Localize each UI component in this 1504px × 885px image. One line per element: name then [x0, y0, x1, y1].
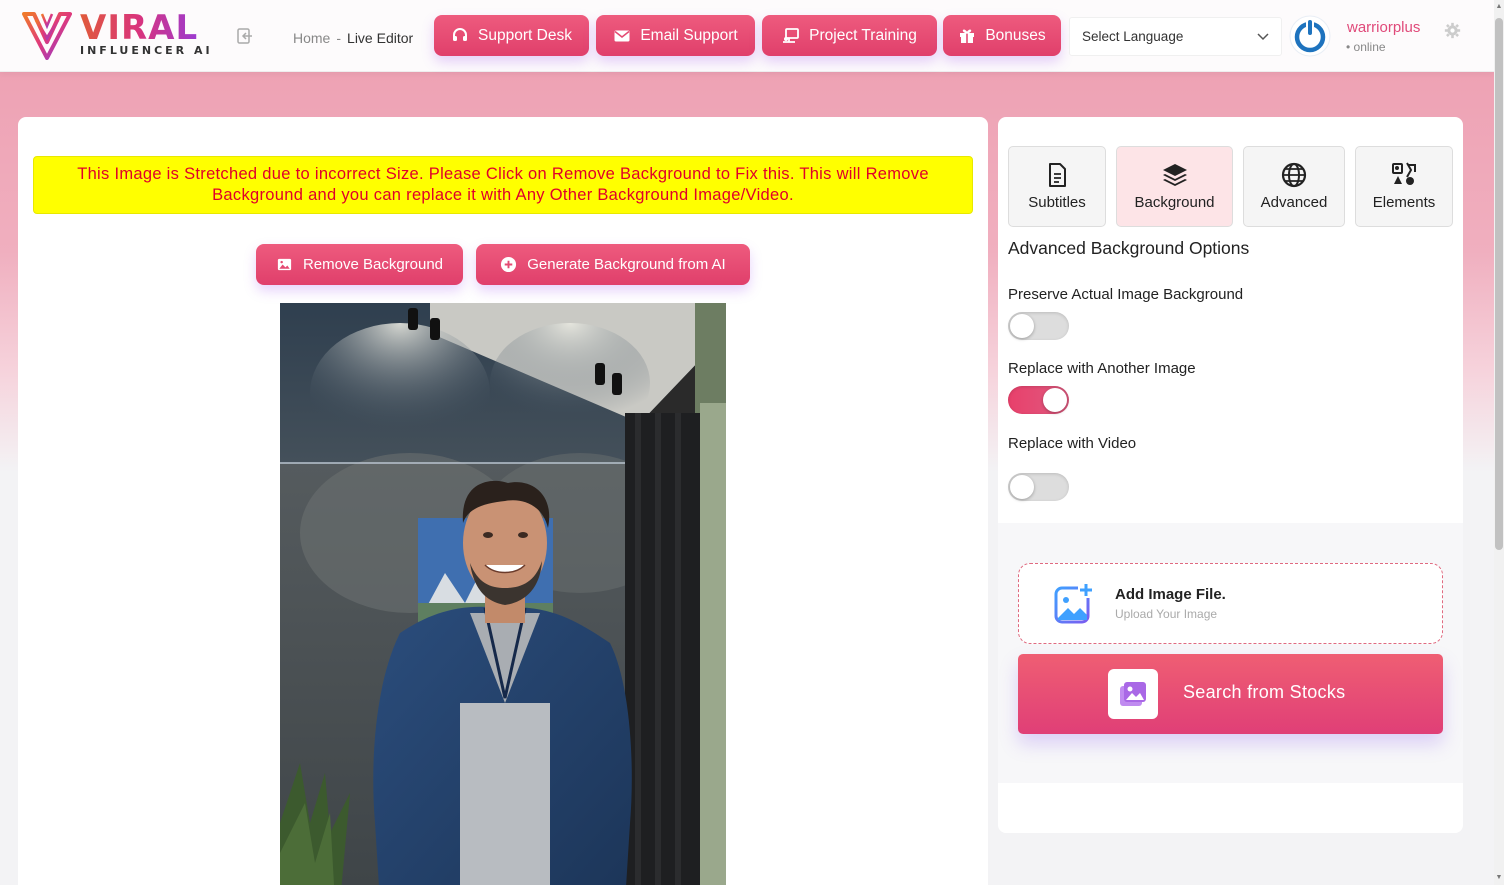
upload-subtitle: Upload Your Image	[1115, 607, 1218, 621]
chevron-down-icon	[1257, 32, 1269, 40]
add-image-icon	[1054, 582, 1094, 624]
support-desk-button[interactable]: Support Desk	[434, 15, 589, 56]
replace-video-label: Replace with Video	[1008, 435, 1137, 452]
bonuses-label: Bonuses	[985, 26, 1046, 44]
sidebar-toggle-icon[interactable]	[236, 27, 254, 45]
stretch-warning-banner: This Image is Stretched due to incorrect…	[33, 156, 973, 214]
project-training-button[interactable]: Project Training	[762, 15, 937, 56]
background-options-panel: Subtitles Background Advanced Elements A…	[998, 117, 1463, 833]
editor-canvas-panel: This Image is Stretched due to incorrect…	[18, 117, 988, 885]
replace-image-label: Replace with Another Image	[1008, 360, 1196, 377]
project-training-label: Project Training	[809, 26, 917, 44]
gear-icon[interactable]	[1444, 22, 1461, 39]
avatar[interactable]	[1289, 15, 1331, 57]
toggle-knob	[1010, 475, 1034, 499]
tab-subtitles-label: Subtitles	[1028, 194, 1086, 211]
breadcrumb: Home - Live Editor	[293, 30, 413, 46]
layers-icon	[1162, 164, 1187, 186]
preview-image[interactable]	[280, 303, 726, 885]
bonuses-button[interactable]: Bonuses	[943, 15, 1061, 56]
envelope-icon	[614, 30, 630, 41]
preserve-background-toggle[interactable]	[1008, 312, 1069, 340]
user-status: • online	[1346, 40, 1386, 54]
brand-name: VIRAL	[80, 8, 199, 48]
generate-background-label: Generate Background from AI	[527, 256, 726, 273]
replace-video-toggle[interactable]	[1008, 473, 1069, 501]
brand-subtitle: INFLUENCER AI	[80, 44, 213, 57]
scroll-up-icon[interactable]: ▲	[1495, 2, 1503, 12]
tab-background[interactable]: Background	[1116, 146, 1233, 227]
logo-mark-icon	[22, 12, 72, 60]
replace-image-toggle[interactable]	[1008, 386, 1069, 414]
language-select[interactable]: Select Language	[1069, 17, 1282, 56]
username[interactable]: warriorplus	[1347, 19, 1420, 36]
remove-background-button[interactable]: Remove Background	[256, 244, 463, 285]
monitor-icon	[783, 27, 800, 43]
breadcrumb-current: Live Editor	[347, 30, 414, 46]
headset-icon	[453, 27, 468, 41]
top-header: VIRAL INFLUENCER AI Home - Live Editor Sup…	[0, 0, 1494, 72]
stock-images-icon-box	[1108, 669, 1158, 719]
search-stocks-button[interactable]: Search from Stocks	[1018, 654, 1443, 734]
add-image-upload[interactable]: Add Image File. Upload Your Image	[1018, 563, 1443, 644]
plus-circle-icon	[501, 256, 517, 273]
shapes-icon	[1392, 162, 1416, 185]
remove-background-label: Remove Background	[302, 256, 444, 273]
toggle-knob	[1010, 314, 1034, 338]
preserve-background-label: Preserve Actual Image Background	[1008, 286, 1244, 303]
stock-images-icon	[1120, 682, 1146, 706]
tab-advanced[interactable]: Advanced	[1243, 146, 1345, 227]
tab-background-label: Background	[1134, 194, 1215, 211]
breadcrumb-home[interactable]: Home	[293, 30, 330, 46]
search-stocks-label: Search from Stocks	[1183, 682, 1346, 702]
tab-elements-label: Elements	[1372, 194, 1436, 211]
gift-icon	[960, 29, 975, 43]
globe-icon	[1281, 162, 1307, 188]
language-select-value: Select Language	[1082, 29, 1184, 44]
generate-background-button[interactable]: Generate Background from AI	[476, 244, 750, 285]
tab-advanced-label: Advanced	[1260, 194, 1328, 211]
upload-title: Add Image File.	[1115, 586, 1226, 603]
scroll-down-icon[interactable]: ▼	[1495, 873, 1503, 883]
toggle-knob	[1043, 388, 1067, 412]
scrollbar-thumb[interactable]	[1495, 18, 1503, 550]
tab-elements[interactable]: Elements	[1355, 146, 1453, 227]
email-support-label: Email Support	[640, 26, 738, 44]
tab-subtitles[interactable]: Subtitles	[1008, 146, 1106, 227]
section-title: Advanced Background Options	[1008, 238, 1250, 258]
email-support-button[interactable]: Email Support	[596, 15, 755, 56]
support-desk-label: Support Desk	[478, 26, 572, 44]
document-icon	[1049, 163, 1066, 187]
breadcrumb-separator: -	[336, 30, 342, 46]
image-icon	[277, 258, 292, 271]
brand-logo[interactable]: VIRAL INFLUENCER AI	[22, 10, 222, 62]
media-source-area	[998, 523, 1463, 783]
